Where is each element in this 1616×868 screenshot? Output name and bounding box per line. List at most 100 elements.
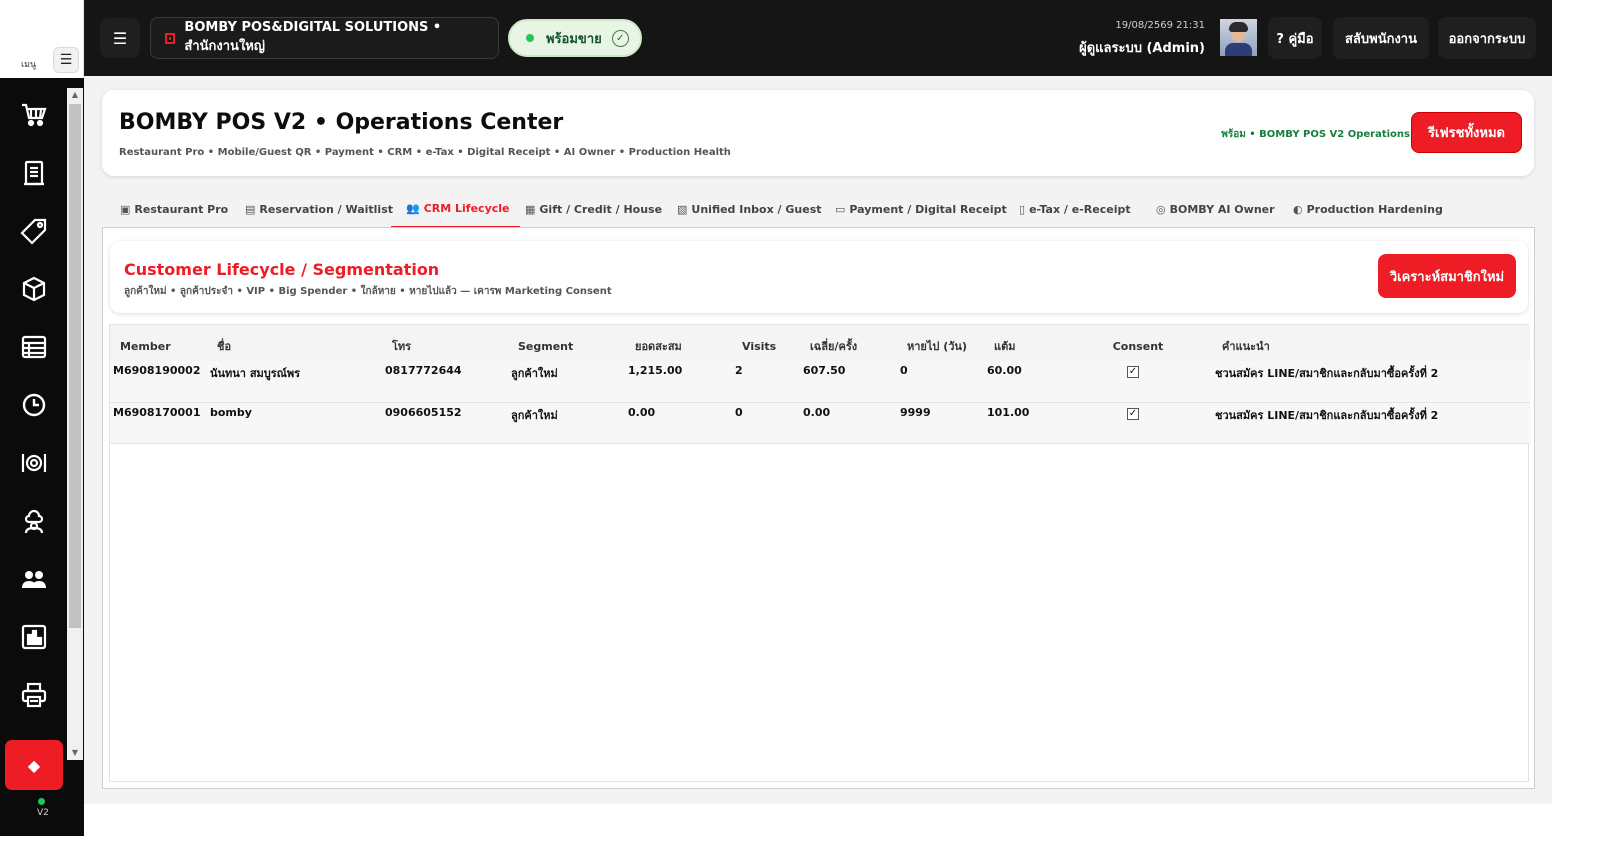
- switch-staff-button[interactable]: สลับพนักงาน: [1333, 17, 1429, 59]
- rail-scrollbar[interactable]: ▲ ▼: [67, 88, 83, 760]
- col-consent[interactable]: Consent: [1054, 325, 1212, 361]
- scroll-down-icon[interactable]: ▼: [67, 746, 83, 760]
- tab-restaurant-pro[interactable]: ▣ Restaurant Pro: [120, 190, 228, 228]
- tab-unified-inbox[interactable]: ▧ Unified Inbox / Guest: [677, 190, 822, 228]
- col-member[interactable]: Member: [110, 325, 207, 361]
- avatar[interactable]: [1220, 19, 1257, 56]
- guide-button[interactable]: ? คู่มือ: [1268, 17, 1322, 59]
- people-icon: 👥: [406, 201, 420, 215]
- store-selector[interactable]: BOMBY POS&DIGITAL SOLUTIONS • สำนักงานให…: [150, 17, 499, 59]
- document-icon: ▯: [1019, 202, 1026, 216]
- col-days-gone[interactable]: หายไป (วัน): [897, 325, 984, 361]
- rail-item-tag[interactable]: [0, 202, 68, 260]
- col-points[interactable]: แต้ม: [984, 325, 1054, 361]
- right-gutter: [1552, 0, 1616, 804]
- datetime: 19/08/2569 21:31: [1115, 20, 1205, 31]
- rail-item-dish[interactable]: [0, 434, 68, 492]
- gift-icon: ▦: [525, 202, 536, 216]
- tab-etax[interactable]: ▯ e-Tax / e-Receipt: [1019, 190, 1131, 228]
- current-user: ผู้ดูแลระบบ (Admin): [1079, 41, 1205, 56]
- col-total[interactable]: ยอดสะสม: [625, 325, 732, 361]
- rail-body: ◆ V2 ▲ ▼: [0, 78, 84, 836]
- ready-dot-icon: [526, 34, 534, 42]
- cart-icon: [22, 103, 47, 127]
- members-table-container: Member ชื่อ โทร Segment ยอดสะสม Visits เ…: [109, 324, 1530, 782]
- crm-panel: Customer Lifecycle / Segmentation ลูกค้า…: [102, 227, 1535, 789]
- rail-item-printer[interactable]: [0, 666, 68, 724]
- consent-checkbox[interactable]: ✓: [1127, 407, 1139, 420]
- scroll-up-icon[interactable]: ▲: [67, 88, 83, 102]
- consent-checkbox[interactable]: ✓: [1127, 366, 1139, 378]
- rail-item-box[interactable]: [0, 260, 68, 318]
- rail-item-active[interactable]: ◆: [5, 740, 63, 790]
- rail-item-chef[interactable]: [0, 492, 68, 550]
- col-phone[interactable]: โทร: [382, 325, 508, 361]
- clock-icon: [22, 393, 46, 417]
- rail-status: V2: [0, 798, 84, 818]
- tag-icon: [20, 218, 47, 245]
- tab-crm-lifecycle[interactable]: 👥 CRM Lifecycle: [391, 190, 520, 228]
- col-visits[interactable]: Visits: [732, 325, 800, 361]
- ready-status-badge[interactable]: พร้อมขาย ✓: [508, 19, 642, 57]
- tab-ai-owner[interactable]: ◎ BOMBY AI Owner: [1156, 190, 1275, 228]
- app-root: เมนู ☰ ◆ V2 ▲ ▼ ☰ BOMBY POS&DIGITAL SOLU…: [0, 0, 1616, 868]
- inbox-icon: ▧: [677, 202, 688, 216]
- receipt-icon: [24, 160, 44, 186]
- members-table: Member ชื่อ โทร Segment ยอดสะสม Visits เ…: [110, 325, 1530, 444]
- rail-top: เมนู ☰: [0, 0, 84, 78]
- dish-icon: [21, 454, 47, 472]
- col-segment[interactable]: Segment: [508, 325, 625, 361]
- col-advice[interactable]: คำแนะนำ: [1212, 325, 1530, 361]
- tab-gift-credit[interactable]: ▦ Gift / Credit / House: [525, 190, 662, 228]
- hamburger-icon: ☰: [112, 28, 128, 48]
- rail-item-clock[interactable]: [0, 376, 68, 434]
- rail-item-chart[interactable]: [0, 608, 68, 666]
- page-subtitle: Restaurant Pro • Mobile/Guest QR • Payme…: [119, 147, 731, 158]
- online-dot-icon: [38, 798, 45, 805]
- shield-icon: ◐: [1293, 202, 1303, 216]
- ai-icon: ◎: [1156, 202, 1166, 216]
- menu-label: เมนู: [21, 60, 37, 70]
- col-name[interactable]: ชื่อ: [207, 325, 382, 361]
- topbar-menu-button[interactable]: ☰: [100, 18, 140, 58]
- operations-header: BOMBY POS V2 • Operations Center Restaur…: [102, 90, 1534, 176]
- tab-bar: ▣ Restaurant Pro ▤ Reservation / Waitlist …: [102, 190, 1534, 228]
- system-status: พร้อม • BOMBY POS V2 Operations: [1221, 129, 1410, 140]
- scroll-thumb[interactable]: [69, 104, 81, 628]
- segment-title: Customer Lifecycle / Segmentation: [124, 260, 440, 279]
- rail-item-people[interactable]: [0, 550, 68, 608]
- segmentation-card: Customer Lifecycle / Segmentation ลูกค้า…: [110, 241, 1528, 313]
- chart-icon: [21, 624, 47, 650]
- menu-toggle-button[interactable]: ☰: [53, 47, 79, 73]
- tab-reservation[interactable]: ▤ Reservation / Waitlist: [245, 190, 393, 228]
- check-circle-icon: ✓: [611, 29, 629, 47]
- rail-item-cart[interactable]: [0, 86, 68, 144]
- left-rail: เมนู ☰ ◆ V2 ▲ ▼: [0, 0, 84, 836]
- table-row[interactable]: M6908170001 bomby 0906605152 ลูกค้าใหม่ …: [110, 402, 1530, 443]
- rail-item-receipt[interactable]: [0, 144, 68, 202]
- people-icon: [22, 571, 46, 588]
- col-average[interactable]: เฉลี่ย/ครั้ง: [800, 325, 897, 361]
- refresh-all-button[interactable]: รีเฟรชทั้งหมด: [1411, 112, 1522, 153]
- store-indicator-icon: [165, 32, 176, 44]
- ready-status-label: พร้อมขาย: [546, 31, 602, 47]
- diamond-icon: ◆: [27, 755, 41, 775]
- card-icon: ▭: [835, 202, 846, 216]
- hamburger-icon: ☰: [59, 52, 73, 68]
- printer-icon: [21, 682, 47, 708]
- store-name: BOMBY POS&DIGITAL SOLUTIONS • สำนักงานให…: [184, 20, 442, 54]
- analyze-members-button[interactable]: วิเคราะห์สมาชิกใหม่: [1378, 254, 1516, 298]
- main-content: BOMBY POS V2 • Operations Center Restaur…: [84, 76, 1552, 804]
- tab-production-hardening[interactable]: ◐ Production Hardening: [1293, 190, 1443, 228]
- chef-icon: [24, 509, 44, 534]
- box-icon: [22, 276, 46, 302]
- restaurant-icon: ▣: [120, 202, 131, 216]
- logout-button[interactable]: ออกจากระบบ: [1438, 17, 1536, 59]
- rail-item-table[interactable]: [0, 318, 68, 376]
- top-bar: ☰ BOMBY POS&DIGITAL SOLUTIONS • สำนักงาน…: [84, 0, 1552, 76]
- table-row[interactable]: M6908190002 นันทนา สมบูรณ์พร 0817772644 …: [110, 361, 1530, 402]
- page-title: BOMBY POS V2 • Operations Center: [119, 110, 564, 135]
- version-label: V2: [37, 808, 49, 818]
- tab-payment[interactable]: ▭ Payment / Digital Receipt: [835, 190, 1007, 228]
- calendar-icon: ▤: [245, 202, 256, 216]
